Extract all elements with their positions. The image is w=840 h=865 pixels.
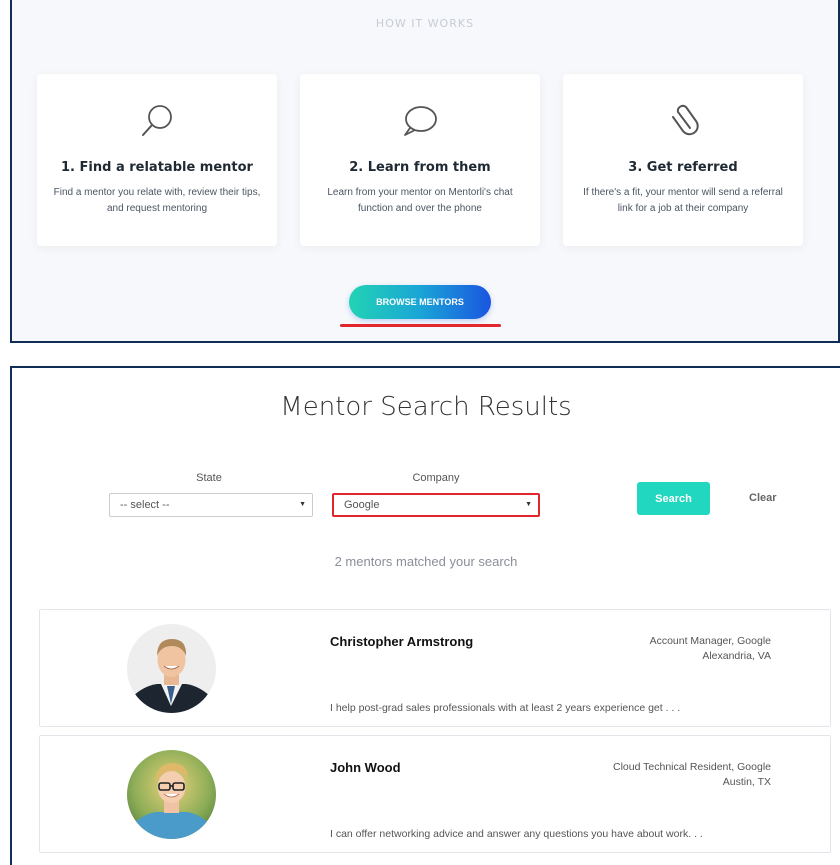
paperclip-icon: [563, 101, 803, 141]
highlight-underline: [340, 324, 501, 327]
mentor-title: Account Manager, Google: [649, 635, 771, 647]
state-label: State: [196, 472, 222, 484]
company-select-value: Google: [344, 499, 380, 511]
mentor-role: Account Manager, Google Alexandria, VA: [650, 634, 771, 664]
mentor-card[interactable]: John Wood Cloud Technical Resident, Goog…: [39, 735, 831, 853]
company-label: Company: [412, 472, 460, 484]
step-title: 2. Learn from them: [349, 160, 491, 175]
search-results-panel: Mentor Search Results State -- select --…: [10, 366, 840, 865]
chevron-down-icon: ▼: [299, 501, 306, 508]
clear-button[interactable]: Clear: [749, 492, 777, 504]
mentor-location: Austin, TX: [722, 776, 771, 788]
step-description: Find a mentor you relate with, review th…: [53, 187, 261, 214]
step-description: Learn from your mentor on Mentorli's cha…: [327, 187, 513, 214]
mentor-bio: I help post-grad sales professionals wit…: [330, 702, 681, 714]
step-card-learn: 2. Learn from them Learn from your mento…: [300, 74, 540, 246]
avatar[interactable]: [127, 624, 216, 713]
mentor-card[interactable]: Christopher Armstrong Account Manager, G…: [39, 609, 831, 727]
step-title: 1. Find a relatable mentor: [61, 160, 253, 175]
mentor-location: Alexandria, VA: [702, 650, 771, 662]
chevron-down-icon: ▼: [525, 501, 532, 508]
step-card-find: 1. Find a relatable mentor Find a mentor…: [37, 74, 277, 246]
mentor-name[interactable]: Christopher Armstrong: [330, 634, 473, 649]
step-card-referred: 3. Get referred If there's a fit, your m…: [563, 74, 803, 246]
mentor-bio: I can offer networking advice and answer…: [330, 828, 703, 840]
chat-bubble-icon: [300, 101, 540, 141]
browse-mentors-button[interactable]: BROWSE MENTORS: [349, 285, 491, 319]
mentor-title: Cloud Technical Resident, Google: [613, 761, 771, 773]
mentor-role: Cloud Technical Resident, Google Austin,…: [613, 760, 771, 790]
page-title: Mentor Search Results: [280, 392, 572, 422]
mentor-name[interactable]: John Wood: [330, 760, 401, 775]
search-button[interactable]: Search: [637, 482, 710, 515]
company-select[interactable]: Google ▼: [332, 493, 540, 517]
results-count: 2 mentors matched your search: [334, 554, 518, 569]
search-icon: [37, 101, 277, 141]
how-it-works-panel: HOW IT WORKS 1. Find a relatable mentor …: [10, 0, 840, 343]
step-title: 3. Get referred: [628, 160, 738, 175]
section-heading: HOW IT WORKS: [375, 17, 475, 30]
avatar[interactable]: [127, 750, 216, 839]
step-description: If there's a fit, your mentor will send …: [583, 187, 783, 214]
state-select[interactable]: -- select -- ▼: [109, 493, 313, 517]
state-select-value: -- select --: [120, 499, 170, 511]
